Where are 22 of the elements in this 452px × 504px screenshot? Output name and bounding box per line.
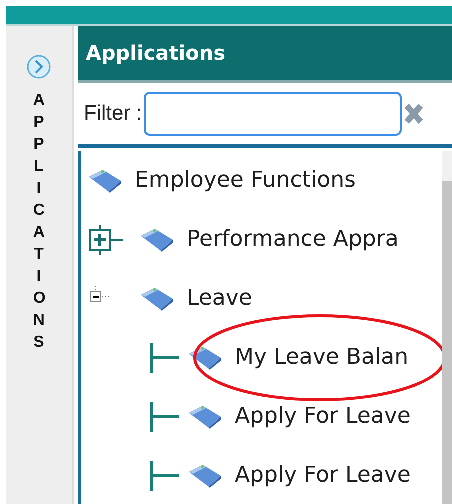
panel-title: Applications — [86, 41, 226, 65]
folder-icon — [187, 462, 223, 488]
folder-icon — [87, 168, 123, 194]
tree-connector-icon — [149, 460, 181, 490]
tree-connector-icon — [149, 402, 181, 432]
clear-icon[interactable] — [404, 102, 424, 126]
expand-icon[interactable] — [87, 224, 125, 254]
scrollbar[interactable] — [442, 151, 452, 504]
tree-item-label[interactable]: Leave — [187, 286, 252, 311]
folder-icon — [139, 286, 175, 312]
tree-connector-icon — [149, 342, 181, 372]
tree-item-label[interactable]: Apply For Leave — [235, 404, 411, 429]
folder-icon — [187, 404, 223, 430]
folder-icon — [187, 344, 223, 370]
sidebar-label[interactable]: APPLICATIONS — [33, 90, 45, 354]
tree-item-label[interactable]: Apply For Leave — [235, 463, 411, 488]
filter-label: Filter : — [84, 102, 142, 126]
filter-field[interactable] — [144, 92, 402, 136]
tree-item-label[interactable]: Performance Appra — [187, 227, 399, 252]
expand-icon[interactable] — [26, 54, 52, 80]
folder-icon — [139, 226, 175, 252]
tree-item-label[interactable]: Employee Functions — [135, 168, 356, 193]
